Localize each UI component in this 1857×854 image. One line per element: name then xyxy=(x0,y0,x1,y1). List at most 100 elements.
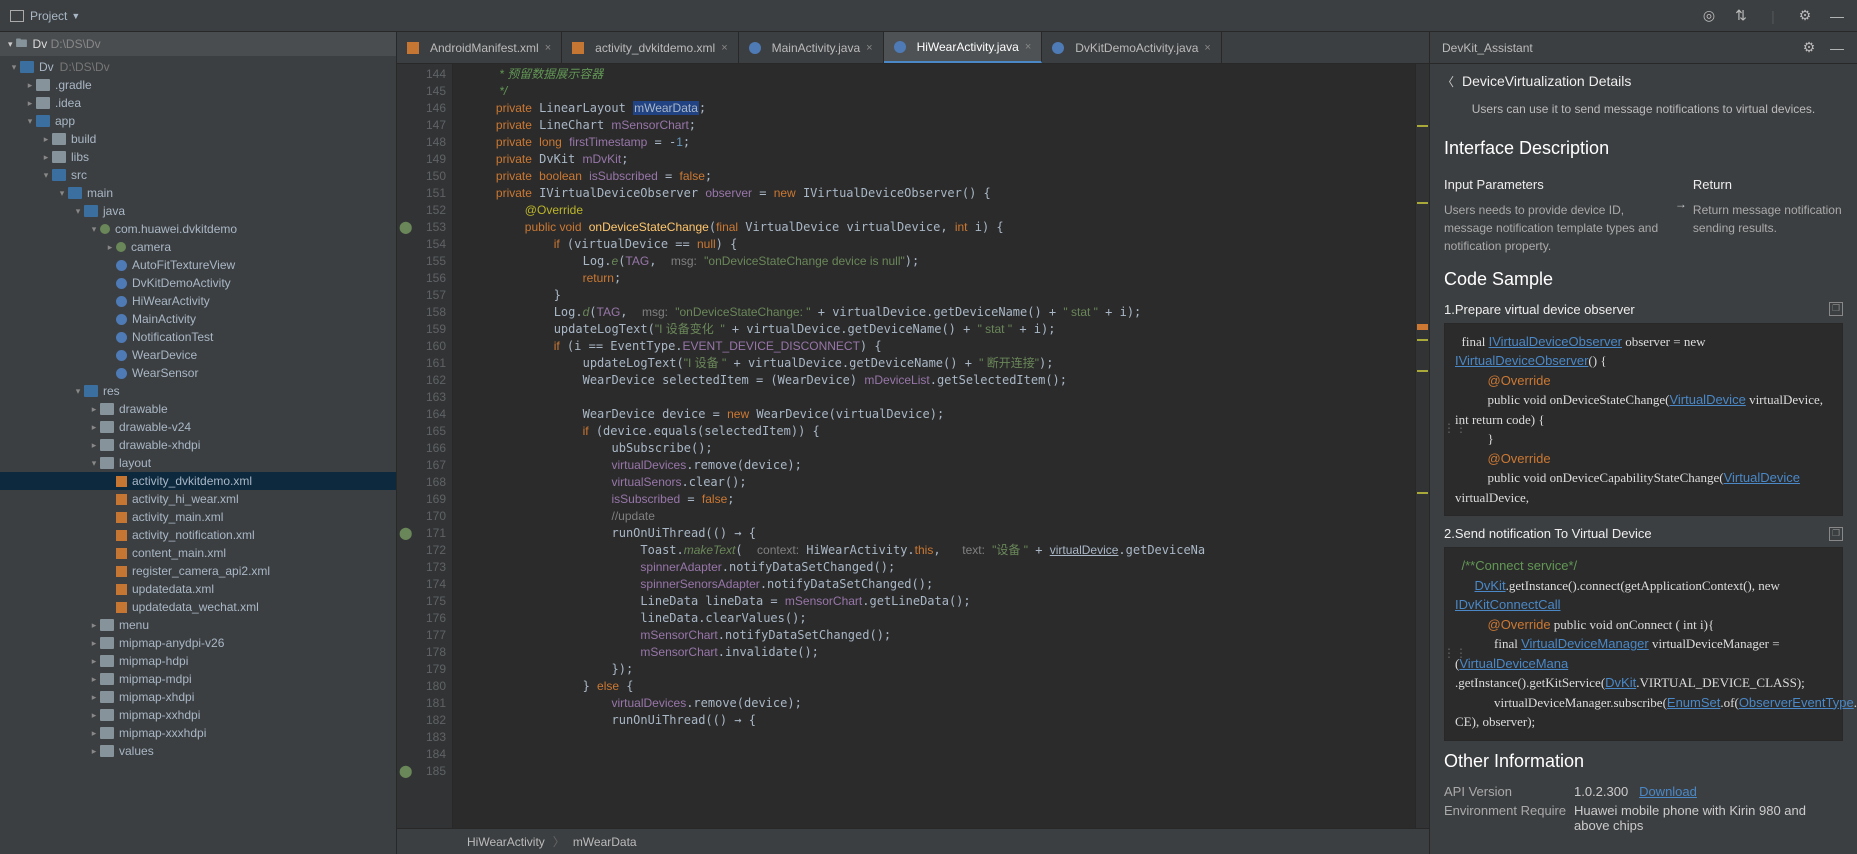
gear-icon[interactable]: ⚙ xyxy=(1801,40,1817,56)
interface-heading: Interface Description xyxy=(1444,138,1843,159)
input-params-heading: Input Parameters xyxy=(1444,175,1675,195)
tree-item[interactable]: mipmap-anydpi-v26 xyxy=(0,634,396,652)
download-link[interactable]: Download xyxy=(1639,784,1697,799)
breadcrumb-member[interactable]: mWearData xyxy=(573,835,637,849)
tree-item[interactable]: mipmap-xxxhdpi xyxy=(0,724,396,742)
minimize-icon[interactable]: — xyxy=(1829,8,1845,24)
gear-icon[interactable]: ⚙ xyxy=(1797,8,1813,24)
close-icon[interactable]: × xyxy=(866,42,872,54)
project-path: D:\DS\Dv xyxy=(51,37,101,51)
divider-icon: | xyxy=(1765,8,1781,24)
tree-item[interactable]: menu xyxy=(0,616,396,634)
tree-item[interactable]: libs xyxy=(0,148,396,166)
tree-item[interactable]: content_main.xml xyxy=(0,544,396,562)
tree-item[interactable]: .gradle xyxy=(0,76,396,94)
path-bar[interactable]: ▾ 🖿 Dv D:\DS\Dv xyxy=(0,32,396,56)
code-sample-1: ⋮⋮ final IVirtualDeviceObserver observer… xyxy=(1444,323,1843,517)
tree-item[interactable]: updatedata.xml xyxy=(0,580,396,598)
grip-icon[interactable]: ⋮⋮ xyxy=(1443,644,1467,662)
folder-icon: 🖿 xyxy=(16,34,28,55)
return-text: Return message notification sending resu… xyxy=(1693,201,1843,237)
api-version-value: 1.0.2.300 xyxy=(1574,784,1628,799)
editor-tab[interactable]: MainActivity.java× xyxy=(739,32,884,63)
chevron-down-icon: ▼ xyxy=(71,11,80,21)
breadcrumb-class[interactable]: HiWearActivity xyxy=(467,835,545,849)
code-editor[interactable]: * 预留数据展示容器 */ private LinearLayout mWear… xyxy=(453,64,1415,828)
tree-item[interactable]: drawable-xhdpi xyxy=(0,436,396,454)
tree-item[interactable]: mipmap-mdpi xyxy=(0,670,396,688)
editor-tab[interactable]: HiWearActivity.java× xyxy=(884,32,1043,63)
tree-item[interactable]: WearDevice xyxy=(0,346,396,364)
tree-item[interactable]: HiWearActivity xyxy=(0,292,396,310)
target-icon[interactable]: ◎ xyxy=(1701,8,1717,24)
editor-tab[interactable]: activity_dvkitdemo.xml× xyxy=(562,32,738,63)
grip-icon[interactable]: ⋮⋮ xyxy=(1443,419,1467,437)
tree-item[interactable]: build xyxy=(0,130,396,148)
tree-item[interactable]: DvD:\DS\Dv xyxy=(0,58,396,76)
tree-item[interactable]: register_camera_api2.xml xyxy=(0,562,396,580)
tree-item[interactable]: mipmap-hdpi xyxy=(0,652,396,670)
panel-note: Users can use it to send message notific… xyxy=(1430,98,1857,130)
project-dropdown[interactable]: Project ▼ xyxy=(0,0,90,31)
close-icon[interactable]: × xyxy=(721,42,727,54)
panel-subtitle: DeviceVirtualization Details xyxy=(1462,73,1631,89)
editor-tab[interactable]: AndroidManifest.xml× xyxy=(397,32,562,63)
close-icon[interactable]: × xyxy=(1204,42,1210,54)
tree-item[interactable]: layout xyxy=(0,454,396,472)
env-require-value: Huawei mobile phone with Kirin 980 and a… xyxy=(1574,803,1843,833)
tree-item[interactable]: activity_main.xml xyxy=(0,508,396,526)
tree-item[interactable]: AutoFitTextureView xyxy=(0,256,396,274)
line-gutter: 144145146147148149150151152⬤153154155156… xyxy=(397,64,453,828)
close-icon[interactable]: × xyxy=(1025,41,1031,53)
project-tree[interactable]: DvD:\DS\Dv.gradle.ideaappbuildlibssrcmai… xyxy=(0,56,396,854)
return-heading: Return xyxy=(1693,175,1843,195)
tree-item[interactable]: activity_dvkitdemo.xml xyxy=(0,472,396,490)
tree-item[interactable]: app xyxy=(0,112,396,130)
copy-icon[interactable]: ❐ xyxy=(1829,302,1843,316)
tree-item[interactable]: drawable-v24 xyxy=(0,418,396,436)
tree-item[interactable]: activity_hi_wear.xml xyxy=(0,490,396,508)
code-sample-2: ⋮⋮ /**Connect service*/ DvKit.getInstanc… xyxy=(1444,547,1843,741)
chevron-down-icon: ▾ xyxy=(8,39,13,50)
copy-icon[interactable]: ❐ xyxy=(1829,527,1843,541)
tree-item[interactable]: src xyxy=(0,166,396,184)
tree-item[interactable]: .idea xyxy=(0,94,396,112)
sort-icon[interactable]: ⇅ xyxy=(1733,8,1749,24)
tree-item[interactable]: WearSensor xyxy=(0,364,396,382)
tree-item[interactable]: values xyxy=(0,742,396,760)
devkit-panel: DevKit_Assistant ⚙ — 〈 DeviceVirtualizat… xyxy=(1429,32,1857,854)
editor-tab[interactable]: DvKitDemoActivity.java× xyxy=(1042,32,1222,63)
code-sample-heading: Code Sample xyxy=(1444,269,1843,290)
tree-item[interactable]: NotificationTest xyxy=(0,328,396,346)
tree-item[interactable]: camera xyxy=(0,238,396,256)
minimize-icon[interactable]: — xyxy=(1829,40,1845,56)
breadcrumb-sep: 〉 xyxy=(553,833,565,850)
sample-2-title: 2.Send notification To Virtual Device xyxy=(1444,526,1652,541)
input-params-text: Users needs to provide device ID, messag… xyxy=(1444,201,1675,255)
tree-item[interactable]: main xyxy=(0,184,396,202)
api-version-label: API Version xyxy=(1444,784,1574,799)
tree-item[interactable]: activity_notification.xml xyxy=(0,526,396,544)
project-label: Project xyxy=(30,9,67,23)
breadcrumb[interactable]: HiWearActivity 〉 mWearData xyxy=(397,828,1429,854)
env-require-label: Environment Require xyxy=(1444,803,1574,833)
tree-item[interactable]: com.huawei.dvkitdemo xyxy=(0,220,396,238)
tree-item[interactable]: MainActivity xyxy=(0,310,396,328)
tree-item[interactable]: DvKitDemoActivity xyxy=(0,274,396,292)
return-arrow-icon: → xyxy=(1675,195,1687,213)
other-info-heading: Other Information xyxy=(1444,751,1843,772)
tree-item[interactable]: updatedata_wechat.xml xyxy=(0,598,396,616)
editor-tabs[interactable]: AndroidManifest.xml×activity_dvkitdemo.x… xyxy=(397,32,1429,64)
tree-item[interactable]: java xyxy=(0,202,396,220)
back-icon[interactable]: 〈 xyxy=(1442,73,1454,90)
project-icon xyxy=(10,10,24,22)
tree-item[interactable]: mipmap-xhdpi xyxy=(0,688,396,706)
tree-item[interactable]: mipmap-xxhdpi xyxy=(0,706,396,724)
tree-item[interactable]: drawable xyxy=(0,400,396,418)
minimap[interactable] xyxy=(1415,64,1429,828)
close-icon[interactable]: × xyxy=(545,42,551,54)
panel-title: DevKit_Assistant xyxy=(1442,41,1533,55)
sample-1-title: 1.Prepare virtual device observer xyxy=(1444,302,1635,317)
project-sidebar: ▾ 🖿 Dv D:\DS\Dv DvD:\DS\Dv.gradle.ideaap… xyxy=(0,32,397,854)
tree-item[interactable]: res xyxy=(0,382,396,400)
